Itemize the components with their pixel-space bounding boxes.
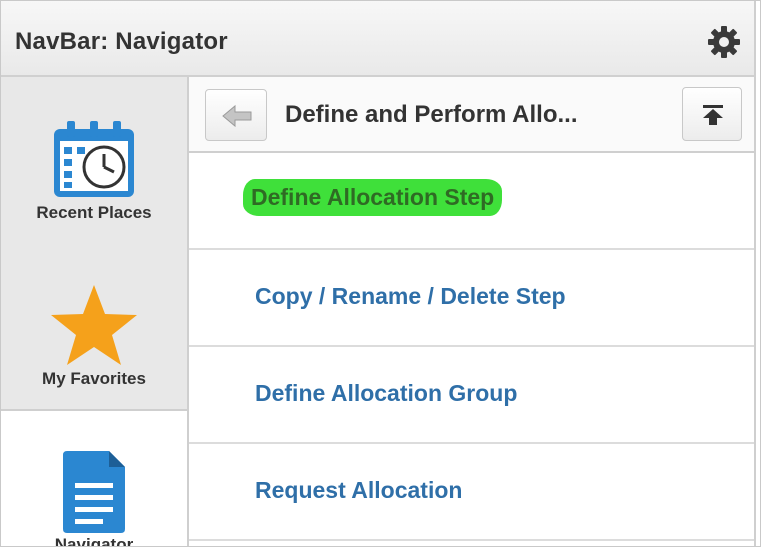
arrow-left-icon (222, 104, 252, 128)
document-icon (63, 451, 125, 533)
menu-item-copy-rename-delete-step[interactable]: Copy / Rename / Delete Step (189, 250, 754, 347)
sidebar-item-navigator[interactable]: Navigator (1, 409, 187, 547)
star-icon (51, 285, 137, 365)
sidebar-item-my-favorites[interactable]: My Favorites (1, 239, 187, 409)
menu-item-request-allocation[interactable]: Request Allocation (189, 444, 754, 541)
menu-item-label: Define Allocation Group (255, 380, 518, 406)
sidebar: Recent Places My Favorites Navigator (1, 77, 189, 547)
sidebar-item-recent-places[interactable]: Recent Places (1, 77, 187, 239)
window-edge (754, 1, 760, 546)
calendar-clock-icon (54, 121, 134, 197)
menu-item-define-allocation-step[interactable]: Define Allocation Step (189, 153, 754, 250)
sidebar-item-label: Recent Places (36, 203, 152, 222)
back-button[interactable] (205, 89, 267, 141)
sidebar-item-label: My Favorites (42, 369, 146, 388)
main-panel: Define and Perform Allo... Define Alloca… (189, 77, 754, 546)
page-title: Define and Perform Allo... (285, 101, 578, 128)
navbar-header: NavBar: Navigator (1, 1, 760, 77)
main-header: Define and Perform Allo... (189, 77, 754, 153)
navigator-window: NavBar: Navigator Recent Places My Favor… (0, 0, 761, 547)
gear-icon[interactable] (705, 23, 743, 61)
scroll-to-top-button[interactable] (682, 87, 742, 141)
menu-item-label: Define Allocation Step (245, 181, 501, 214)
arrow-to-top-icon (703, 105, 723, 125)
menu-item-define-allocation-group[interactable]: Define Allocation Group (189, 347, 754, 444)
menu-item-label: Request Allocation (255, 477, 463, 503)
navbar-title: NavBar: Navigator (15, 28, 228, 55)
menu-list: Define Allocation Step Copy / Rename / D… (189, 153, 754, 541)
menu-item-label: Copy / Rename / Delete Step (255, 283, 566, 309)
sidebar-item-label: Navigator (54, 535, 134, 547)
